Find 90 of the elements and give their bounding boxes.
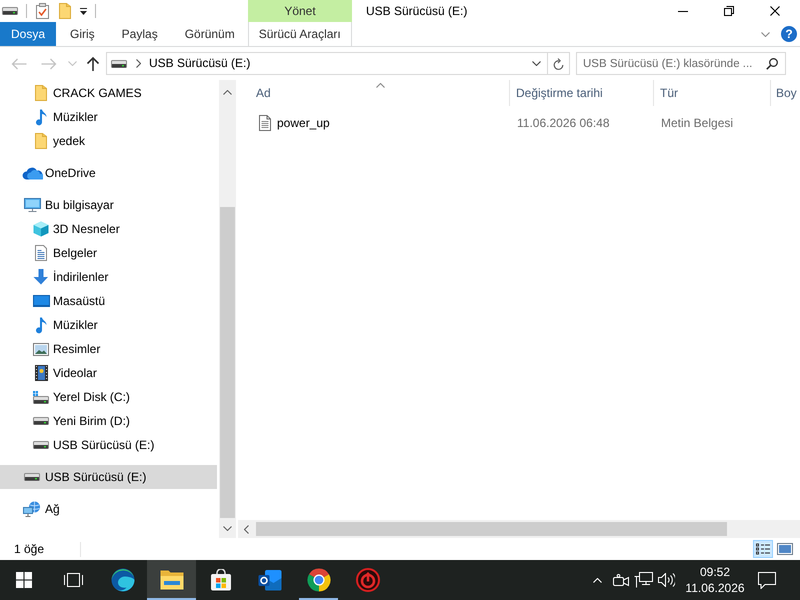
drive-icon <box>111 60 127 68</box>
up-arrow-icon[interactable] <box>86 56 100 71</box>
speaker-icon[interactable] <box>658 573 675 587</box>
restore-icon[interactable] <box>724 6 734 16</box>
drive-icon <box>33 441 49 449</box>
clock-date: 11.06.2026 <box>685 580 745 596</box>
tree-item[interactable]: Bu bilgisayar <box>0 193 217 217</box>
caret-down-icon[interactable] <box>223 526 232 530</box>
task-view-icon[interactable] <box>64 572 82 588</box>
sort-caret-icon <box>376 83 385 88</box>
search-icon[interactable] <box>766 58 778 70</box>
column-header[interactable]: Tür <box>654 80 771 106</box>
help-button[interactable]: ? <box>781 26 797 42</box>
file-tab[interactable]: Dosya <box>0 22 56 46</box>
store-icon[interactable] <box>210 569 232 591</box>
tree-item[interactable]: Yerel Disk (C:) <box>0 385 217 409</box>
mail-icon[interactable] <box>258 569 282 591</box>
refresh-icon[interactable] <box>553 58 564 70</box>
tree-item[interactable]: 3D Nesneler <box>0 217 217 241</box>
folder-icon[interactable] <box>160 570 184 590</box>
tree-item[interactable]: Müzikler <box>0 313 217 337</box>
tree-item[interactable]: Masaüstü <box>0 289 217 313</box>
minimize-icon[interactable] <box>678 10 688 12</box>
desktop-icon <box>32 295 50 307</box>
item-count: 1 öğe <box>13 542 46 556</box>
tree-item[interactable]: Yeni Birim (D:) <box>0 409 217 433</box>
tree-item[interactable]: USB Sürücüsü (E:) <box>0 433 217 457</box>
taskbar-button[interactable] <box>147 560 196 600</box>
picture-icon <box>33 342 49 356</box>
scrollbar-thumb[interactable] <box>256 522 727 536</box>
modified-date: 11.06.2026 06:48 <box>516 116 611 130</box>
tree-item[interactable]: USB Sürücüsü (E:) <box>0 465 217 489</box>
tree-item[interactable]: Videolar <box>0 361 217 385</box>
ribbon-tab[interactable]: Paylaş <box>108 22 171 46</box>
cube-icon <box>33 221 49 237</box>
start-icon[interactable] <box>16 572 32 588</box>
tree-item[interactable]: İndirilenler <box>0 265 217 289</box>
tree-item[interactable]: Belgeler <box>0 241 217 265</box>
context-tab-header: Yönet <box>248 0 352 22</box>
chevron-down-icon[interactable] <box>532 61 541 66</box>
caret-up-icon[interactable] <box>223 90 232 94</box>
camera-icon[interactable] <box>612 574 628 586</box>
folder-icon <box>35 133 47 149</box>
path-segment[interactable]: USB Sürücüsü (E:) <box>149 56 250 71</box>
film-icon <box>34 365 48 381</box>
drive-icon[interactable] <box>2 7 18 15</box>
app-icon[interactable] <box>356 568 380 592</box>
tree-item[interactable]: Resimler <box>0 337 217 361</box>
file-type: Metin Belgesi <box>660 116 734 130</box>
ribbon-tab[interactable]: Giriş <box>56 22 108 46</box>
drive-icon <box>24 473 40 481</box>
file-name[interactable]: power_up <box>277 116 330 130</box>
column-header[interactable]: Boy <box>771 80 800 106</box>
close-icon[interactable] <box>770 6 780 16</box>
large-icons-view-icon[interactable] <box>777 543 793 555</box>
folder-icon <box>35 85 47 101</box>
edge-icon[interactable] <box>110 568 134 592</box>
document-icon <box>35 245 47 261</box>
drive-icon <box>33 417 49 425</box>
system-drive-icon <box>33 390 49 404</box>
ribbon-tab[interactable]: Sürücü Araçları <box>248 22 352 46</box>
search-field[interactable]: USB Sürücüsü (E:) klasöründe ... <box>576 52 786 75</box>
window-title: USB Sürücüsü (E:) <box>366 4 468 18</box>
caret-left-icon[interactable] <box>244 524 249 534</box>
chevron-right-icon[interactable] <box>136 59 141 68</box>
text-file-icon <box>259 115 271 131</box>
chrome-icon[interactable] <box>306 568 330 592</box>
cloud-icon <box>22 166 42 180</box>
notification-icon[interactable] <box>758 572 776 588</box>
tree-item[interactable]: Müzikler <box>0 105 217 129</box>
chevron-up-icon[interactable] <box>593 578 602 582</box>
scrollbar-thumb[interactable] <box>220 207 235 518</box>
tree-item[interactable]: yedek <box>0 129 217 153</box>
column-header[interactable]: Ad <box>238 80 510 106</box>
details-view-icon[interactable] <box>753 540 773 558</box>
network-icon[interactable] <box>634 572 653 588</box>
dropdown-arrow-icon[interactable] <box>79 6 88 16</box>
music-note-icon <box>36 108 46 126</box>
music-note-icon <box>36 316 46 334</box>
ribbon-tab[interactable]: Görünüm <box>170 22 248 46</box>
address-bar[interactable]: USB Sürücüsü (E:) <box>106 52 570 75</box>
down-arrow-icon <box>33 269 49 285</box>
checklist-icon[interactable] <box>36 3 49 19</box>
tree-item[interactable]: OneDrive <box>0 161 217 185</box>
column-header[interactable]: Değiştirme tarihi <box>510 80 654 106</box>
tree-item[interactable]: CRACK GAMES <box>0 81 217 105</box>
tree-item[interactable]: Ağ <box>0 497 217 521</box>
computer-icon <box>24 198 40 212</box>
network-icon <box>23 501 41 517</box>
clock-time: 09:52 <box>700 564 730 580</box>
